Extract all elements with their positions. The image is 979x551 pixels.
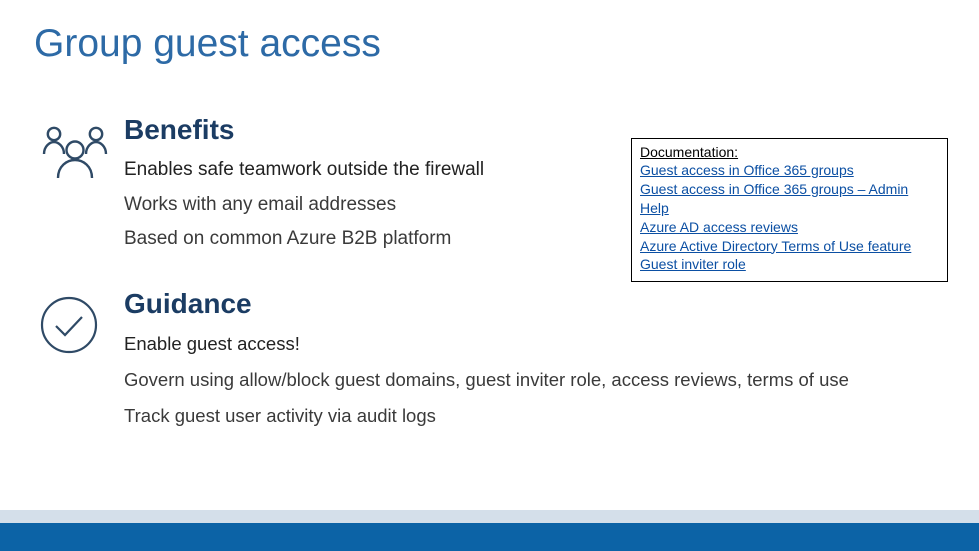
guidance-heading: Guidance <box>124 288 624 320</box>
benefits-item: Based on common Azure B2B platform <box>124 225 624 254</box>
documentation-link[interactable]: Guest access in Office 365 groups – Admi… <box>640 180 939 218</box>
group-icon <box>38 122 112 184</box>
documentation-link[interactable]: Guest inviter role <box>640 255 939 274</box>
documentation-link[interactable]: Azure Active Directory Terms of Use feat… <box>640 237 939 256</box>
slide-title: Group guest access <box>34 22 381 66</box>
benefits-item: Works with any email addresses <box>124 191 624 220</box>
guidance-item: Enable guest access! <box>124 330 954 358</box>
footer-bar <box>0 523 979 551</box>
benefits-heading: Benefits <box>124 114 624 146</box>
benefits-item: Enables safe teamwork outside the firewa… <box>124 156 624 185</box>
benefits-list: Enables safe teamwork outside the firewa… <box>124 156 624 260</box>
documentation-heading: Documentation: <box>640 144 939 160</box>
check-circle-icon <box>38 294 112 356</box>
slide: Group guest access Benefits Enables safe… <box>0 0 979 551</box>
guidance-item: Track guest user activity via audit logs <box>124 402 954 430</box>
guidance-item: Govern using allow/block guest domains, … <box>124 366 954 394</box>
documentation-box: Documentation: Guest access in Office 36… <box>631 138 948 282</box>
documentation-link[interactable]: Guest access in Office 365 groups <box>640 161 939 180</box>
footer-accent-bar <box>0 510 979 523</box>
documentation-link[interactable]: Azure AD access reviews <box>640 218 939 237</box>
guidance-list: Enable guest access! Govern using allow/… <box>124 330 954 437</box>
